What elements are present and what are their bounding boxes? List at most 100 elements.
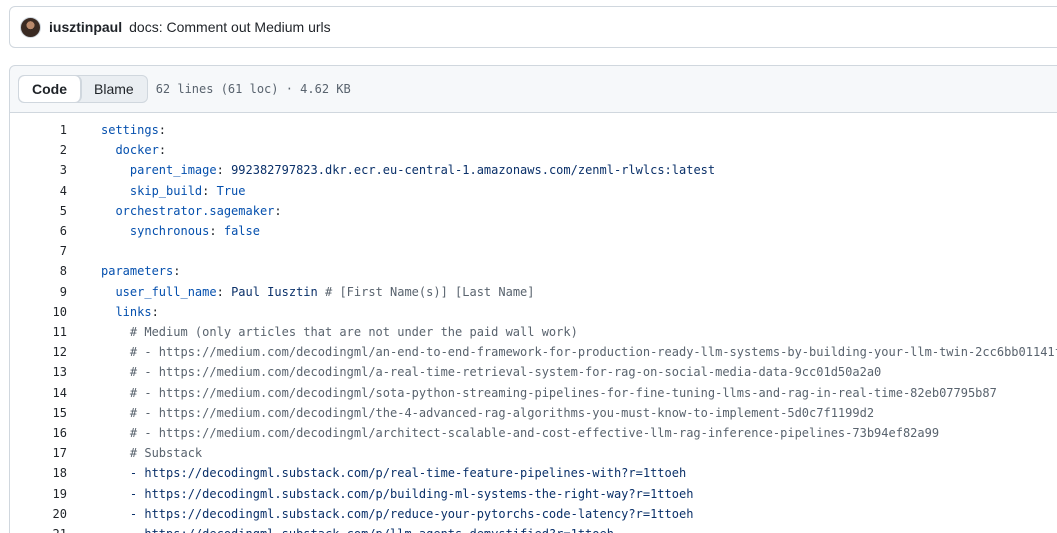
- code-line: 19 - https://decodingml.substack.com/p/b…: [10, 484, 1057, 504]
- line-number[interactable]: 1: [10, 120, 67, 140]
- code-line: 20 - https://decodingml.substack.com/p/r…: [10, 504, 1057, 524]
- line-source: parent_image: 992382797823.dkr.ecr.eu-ce…: [101, 160, 715, 180]
- yaml-value: - https://decodingml.substack.com/p/real…: [129, 466, 687, 481]
- file-meta: 62 lines (61 loc) · 4.62 KB: [155, 82, 351, 96]
- line-source: # - https://medium.com/decodingml/archit…: [101, 423, 939, 443]
- line-source: parameters:: [101, 261, 180, 281]
- yaml-key: synchronous: [129, 224, 210, 238]
- line-source: # - https://medium.com/decodingml/an-end…: [101, 342, 1057, 362]
- line-number[interactable]: 6: [10, 221, 67, 241]
- code-line: 18 - https://decodingml.substack.com/p/r…: [10, 463, 1057, 483]
- code-line: 21 - https://decodingml.substack.com/p/l…: [10, 524, 1057, 533]
- line-source: settings:: [101, 120, 166, 140]
- yaml-separator: :: [209, 224, 224, 238]
- line-source: skip_build: True: [101, 181, 246, 201]
- code-line: 13 # - https://medium.com/decodingml/a-r…: [10, 362, 1057, 382]
- yaml-separator: :: [274, 203, 282, 218]
- yaml-value: - https://decodingml.substack.com/p/buil…: [129, 486, 694, 501]
- yaml-separator: :: [216, 163, 232, 178]
- yaml-separator: :: [202, 183, 217, 198]
- line-source: # - https://medium.com/decodingml/the-4-…: [101, 403, 874, 423]
- yaml-separator: :: [216, 284, 232, 299]
- line-number[interactable]: 5: [10, 201, 67, 221]
- code-line: 16 # - https://medium.com/decodingml/arc…: [10, 423, 1057, 443]
- yaml-value: - https://decodingml.substack.com/p/redu…: [129, 506, 694, 521]
- line-number[interactable]: 13: [10, 362, 67, 382]
- yaml-comment: # - https://medium.com/decodingml/sota-p…: [129, 385, 997, 400]
- line-source: - https://decodingml.substack.com/p/real…: [101, 463, 686, 483]
- line-number[interactable]: 9: [10, 282, 67, 302]
- yaml-comment: # [First Name(s)] [Last Name]: [317, 284, 535, 299]
- line-number[interactable]: 18: [10, 463, 67, 483]
- line-source: # - https://medium.com/decodingml/a-real…: [101, 362, 881, 382]
- line-number[interactable]: 2: [10, 140, 67, 160]
- line-source: synchronous: false: [101, 221, 260, 241]
- yaml-comment: # Substack: [129, 446, 203, 461]
- latest-commit-bar: iusztinpaul docs: Comment out Medium url…: [9, 6, 1057, 48]
- code-line: 1 settings:: [10, 120, 1057, 140]
- yaml-key: settings: [101, 123, 159, 137]
- code-line: 10 links:: [10, 302, 1057, 322]
- yaml-key: skip_build: [129, 183, 203, 198]
- yaml-value: Paul Iusztin: [231, 284, 318, 299]
- line-number[interactable]: 20: [10, 504, 67, 524]
- line-number[interactable]: 19: [10, 484, 67, 504]
- yaml-separator: :: [173, 264, 181, 279]
- line-number[interactable]: 7: [10, 241, 67, 261]
- line-number[interactable]: 4: [10, 181, 67, 201]
- line-source: links:: [101, 302, 159, 322]
- yaml-comment: # - https://medium.com/decodingml/a-real…: [129, 365, 882, 380]
- yaml-value: false: [223, 224, 260, 238]
- code-line: 3 parent_image: 992382797823.dkr.ecr.eu-…: [10, 160, 1057, 180]
- yaml-value: True: [216, 183, 246, 198]
- line-source: user_full_name: Paul Iusztin # [First Na…: [101, 282, 535, 302]
- yaml-key: docker: [115, 143, 159, 158]
- line-number[interactable]: 11: [10, 322, 67, 342]
- line-source: orchestrator.sagemaker:: [101, 201, 282, 221]
- author-avatar[interactable]: [20, 16, 41, 38]
- line-source: - https://decodingml.substack.com/p/redu…: [101, 504, 694, 524]
- line-number[interactable]: 12: [10, 342, 67, 362]
- line-source: # - https://medium.com/decodingml/sota-p…: [101, 383, 997, 403]
- line-number[interactable]: 14: [10, 383, 67, 403]
- code-line: 6 synchronous: false: [10, 221, 1057, 241]
- line-number[interactable]: 15: [10, 403, 67, 423]
- blame-tab[interactable]: Blame: [81, 76, 147, 102]
- yaml-comment: # - https://medium.com/decodingml/archit…: [129, 426, 940, 440]
- line-number[interactable]: 8: [10, 261, 67, 281]
- yaml-comment: # - https://medium.com/decodingml/the-4-…: [129, 405, 875, 420]
- yaml-separator: :: [151, 304, 159, 319]
- commit-message-link[interactable]: docs: Comment out Medium urls: [129, 19, 331, 35]
- yaml-key: orchestrator.sagemaker: [115, 203, 275, 218]
- code-line: 15 # - https://medium.com/decodingml/the…: [10, 403, 1057, 423]
- line-source: # Substack: [101, 443, 202, 463]
- view-toggle: Code Blame: [18, 75, 148, 103]
- yaml-key: parameters: [101, 264, 174, 279]
- yaml-comment: # - https://medium.com/decodingml/an-end…: [129, 345, 1057, 360]
- code-line: 7: [10, 241, 1057, 261]
- line-source: - https://decodingml.substack.com/p/llm-…: [101, 524, 614, 533]
- line-number[interactable]: 16: [10, 423, 67, 443]
- line-number[interactable]: 21: [10, 524, 67, 533]
- line-number[interactable]: 3: [10, 160, 67, 180]
- commit-author-link[interactable]: iusztinpaul: [49, 19, 122, 35]
- code-line: 14 # - https://medium.com/decodingml/sot…: [10, 383, 1057, 403]
- code-line: 8 parameters:: [10, 261, 1057, 281]
- line-source: - https://decodingml.substack.com/p/buil…: [101, 484, 694, 504]
- code-line: 4 skip_build: True: [10, 181, 1057, 201]
- yaml-value: 992382797823.dkr.ecr.eu-central-1.amazon…: [231, 163, 716, 178]
- yaml-key: user_full_name: [115, 284, 217, 299]
- code-line: 2 docker:: [10, 140, 1057, 160]
- line-source: docker:: [101, 140, 166, 160]
- code-view[interactable]: 1 settings: 2 docker: 3 parent_image: 99238…: [9, 113, 1057, 533]
- code-tab[interactable]: Code: [19, 76, 81, 102]
- yaml-key: parent_image: [129, 163, 217, 178]
- line-number[interactable]: 10: [10, 302, 67, 322]
- yaml-separator: :: [158, 123, 167, 137]
- code-line: 5 orchestrator.sagemaker:: [10, 201, 1057, 221]
- code-line: 17 # Substack: [10, 443, 1057, 463]
- code-line: 11 # Medium (only articles that are not …: [10, 322, 1057, 342]
- yaml-key: links: [115, 304, 152, 319]
- line-number[interactable]: 17: [10, 443, 67, 463]
- code-line: 12 # - https://medium.com/decodingml/an-…: [10, 342, 1057, 362]
